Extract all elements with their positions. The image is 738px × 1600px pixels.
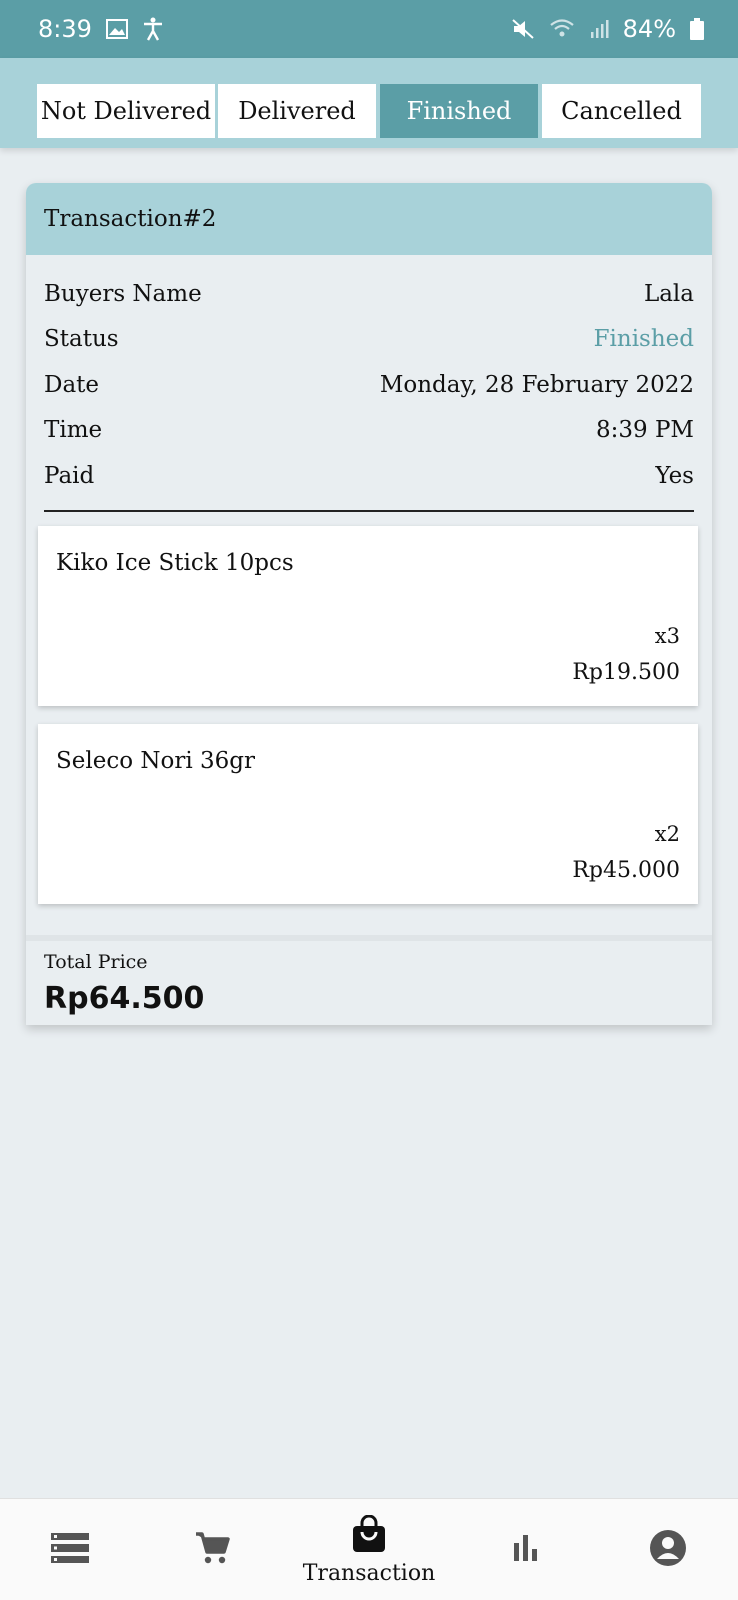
status-bar: 8:39 84% (0, 0, 738, 58)
list-icon (51, 1533, 89, 1567)
status-value: Finished (593, 326, 694, 352)
tab-delivered[interactable]: Delivered (218, 84, 376, 138)
tab-not-delivered[interactable]: Not Delivered (37, 84, 215, 138)
paid-label: Paid (44, 463, 95, 489)
item-quantity: x3 (654, 624, 680, 648)
tab-cancelled[interactable]: Cancelled (542, 84, 701, 138)
nav-label-transaction: Transaction (302, 1560, 436, 1586)
info-row-status: Status Finished (44, 319, 694, 359)
transaction-title: Transaction#2 (26, 183, 712, 255)
list-item[interactable]: Seleco Nori 36gr x2 Rp45.000 (38, 724, 698, 904)
info-row-time: Time 8:39 PM (44, 410, 694, 450)
bar-chart-icon (512, 1535, 540, 1565)
nav-item-cart[interactable] (152, 1499, 272, 1600)
paid-value: Yes (655, 463, 694, 489)
bottom-navigation: Transaction (0, 1498, 738, 1600)
cart-icon (194, 1530, 230, 1570)
info-row-date: Date Monday, 28 February 2022 (44, 365, 694, 405)
status-label: Status (44, 326, 119, 352)
account-icon (649, 1529, 687, 1571)
item-price: Rp19.500 (572, 660, 680, 685)
nav-item-transaction[interactable]: Transaction (303, 1499, 435, 1600)
time-label: Time (44, 417, 103, 443)
total-amount: Rp64.500 (44, 981, 205, 1016)
mute-icon (511, 18, 535, 40)
battery-percent: 84% (622, 15, 676, 43)
status-time: 8:39 (38, 15, 92, 43)
image-icon (105, 19, 128, 39)
list-item[interactable]: Kiko Ice Stick 10pcs x3 Rp19.500 (38, 526, 698, 706)
buyer-label: Buyers Name (44, 281, 202, 307)
signal-icon (589, 19, 609, 39)
total-section: Total Price Rp64.500 (26, 935, 712, 1025)
item-price: Rp45.000 (572, 858, 680, 883)
item-name: Kiko Ice Stick 10pcs (56, 550, 294, 576)
transaction-card: Transaction#2 Buyers Name Lala Status Fi… (26, 183, 712, 1025)
date-label: Date (44, 372, 100, 398)
nav-item-list[interactable] (10, 1499, 130, 1600)
wifi-icon (549, 18, 575, 40)
item-name: Seleco Nori 36gr (56, 748, 255, 774)
battery-icon (690, 18, 704, 40)
nav-item-statistics[interactable] (466, 1499, 586, 1600)
accessibility-icon (142, 17, 164, 41)
date-value: Monday, 28 February 2022 (379, 372, 694, 398)
divider (44, 510, 694, 512)
status-tab-bar: Not Delivered Delivered Finished Cancell… (0, 58, 738, 148)
info-row-paid: Paid Yes (44, 456, 694, 496)
total-label: Total Price (44, 951, 148, 973)
shopping-bag-icon (352, 1514, 386, 1557)
tab-finished[interactable]: Finished (380, 84, 538, 138)
info-row-buyer: Buyers Name Lala (44, 274, 694, 314)
nav-item-account[interactable] (608, 1499, 728, 1600)
item-quantity: x2 (654, 822, 680, 846)
buyer-value: Lala (643, 281, 694, 307)
time-value: 8:39 PM (596, 417, 694, 443)
